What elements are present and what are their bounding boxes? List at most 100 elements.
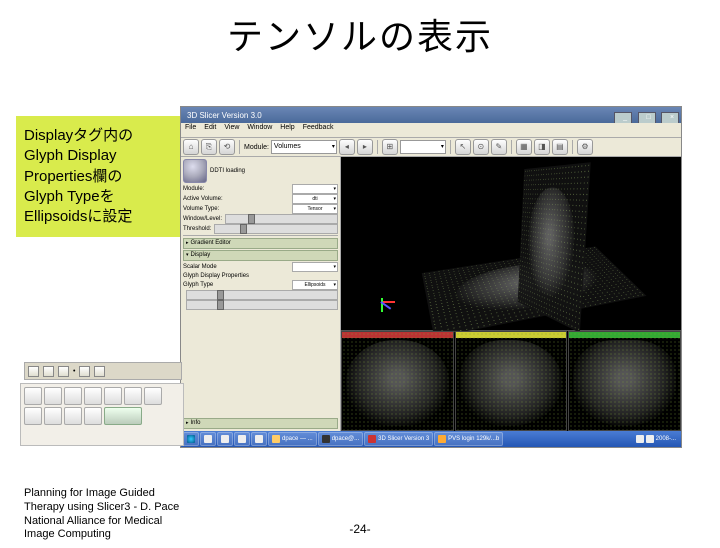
toolbar-button[interactable]: ⚙ xyxy=(577,139,593,155)
window-titlebar: 3D Slicer Version 3.0 _ □ × xyxy=(181,107,681,123)
menu-item-file[interactable]: File xyxy=(185,124,196,136)
window-buttons: _ □ × xyxy=(613,106,679,124)
taskbar-item[interactable]: 3D Slicer Version 3 xyxy=(364,432,433,446)
toolbar-button[interactable]: ▸ xyxy=(357,139,373,155)
history-icon[interactable] xyxy=(94,366,105,377)
menu-item-feedback[interactable]: Feedback xyxy=(303,124,334,136)
cursor-icon[interactable]: ↖ xyxy=(455,139,471,155)
palette-icon[interactable] xyxy=(124,387,142,405)
threshold-slider[interactable] xyxy=(214,224,338,234)
yellow-slice[interactable] xyxy=(455,331,568,431)
app-icon xyxy=(438,435,446,443)
history-icon[interactable] xyxy=(43,366,54,377)
row-label: Threshold: xyxy=(183,226,211,232)
palette-icon[interactable] xyxy=(24,387,42,405)
taskbar-item[interactable] xyxy=(234,432,250,446)
panel-title: DDTI loading xyxy=(210,168,245,174)
divider xyxy=(183,235,338,236)
terminal-icon xyxy=(322,435,330,443)
history-icon[interactable] xyxy=(28,366,39,377)
menu-item-help[interactable]: Help xyxy=(280,124,294,136)
section-display[interactable]: Display xyxy=(183,250,338,261)
section-info[interactable]: Info xyxy=(183,418,338,429)
page-number: -24- xyxy=(0,522,720,536)
palette-icon[interactable] xyxy=(44,407,62,425)
wl-slider[interactable] xyxy=(225,214,338,224)
panel-header: DDTI loading xyxy=(183,159,338,183)
toolbar-separator xyxy=(572,140,573,154)
palette-icon[interactable] xyxy=(64,407,82,425)
panel-row: Threshold: xyxy=(183,224,338,233)
toolbar-button[interactable]: ⊞ xyxy=(382,139,398,155)
row-dropdown[interactable]: dti xyxy=(292,194,338,204)
section-gradient[interactable]: Gradient Editor xyxy=(183,238,338,249)
red-slice[interactable] xyxy=(341,331,454,431)
toolbar-button[interactable]: ▦ xyxy=(516,139,532,155)
slider[interactable] xyxy=(186,290,338,300)
glyph-type-dropdown[interactable]: Ellipsoids xyxy=(292,280,338,290)
slicer-icon xyxy=(368,435,376,443)
toolbar-button[interactable]: ◂ xyxy=(339,139,355,155)
layout-select[interactable] xyxy=(400,140,446,154)
app-icon xyxy=(238,435,246,443)
clock: 2008-... xyxy=(656,433,676,445)
glyph-props-label: Glyph Display Properties xyxy=(183,273,338,279)
panel-row xyxy=(183,290,338,299)
menu-item-window[interactable]: Window xyxy=(247,124,272,136)
taskbar: dpace — ... dpace@... 3D Slicer Version … xyxy=(181,431,681,447)
menu-item-edit[interactable]: Edit xyxy=(204,124,216,136)
toolbar-button[interactable]: ⎘ xyxy=(201,139,217,155)
palette-icon[interactable] xyxy=(64,387,82,405)
slider[interactable] xyxy=(186,300,338,310)
taskbar-item[interactable]: dpace — ... xyxy=(268,432,317,446)
row-dropdown[interactable] xyxy=(292,184,338,194)
callout-line: Glyph Display xyxy=(24,146,184,166)
palette-icon[interactable] xyxy=(44,387,62,405)
taskbar-item[interactable]: dpace@... xyxy=(318,432,363,446)
palette-icon[interactable] xyxy=(104,387,122,405)
toolbar-button[interactable]: ✎ xyxy=(491,139,507,155)
toolbar-button[interactable]: ⌂ xyxy=(183,139,199,155)
callout-line: Displayタグ内の xyxy=(24,126,184,146)
folder-icon xyxy=(272,435,280,443)
palette-icon[interactable] xyxy=(84,387,102,405)
history-icon[interactable] xyxy=(79,366,90,377)
taskbar-item[interactable] xyxy=(200,432,216,446)
tray-icon[interactable] xyxy=(636,435,644,443)
slice-views xyxy=(341,331,681,431)
module-label: Module: xyxy=(244,144,269,151)
palette-icon[interactable] xyxy=(24,407,42,425)
toolbar-button[interactable]: ⟲ xyxy=(219,139,235,155)
taskbar-item[interactable] xyxy=(251,432,267,446)
view-area xyxy=(341,157,681,431)
menu-item-view[interactable]: View xyxy=(224,124,239,136)
footer-line: Planning for Image Guided xyxy=(24,487,244,501)
module-panel: DDTI loading Module: Active Volume: dti … xyxy=(181,157,341,431)
row-label: Window/Level: xyxy=(183,216,222,222)
toolbar-button[interactable]: ◨ xyxy=(534,139,550,155)
palette-icon[interactable] xyxy=(84,407,102,425)
start-button[interactable] xyxy=(183,432,199,446)
green-slice[interactable] xyxy=(568,331,681,431)
toolbar: ⌂ ⎘ ⟲ Module: Volumes ◂ ▸ ⊞ ↖ ⊙ ✎ ▦ ◨ ▤ … xyxy=(181,138,681,157)
sagittal-plane xyxy=(518,162,591,333)
row-dropdown[interactable]: Tensor xyxy=(292,204,338,214)
palette-icon[interactable] xyxy=(144,387,162,405)
tray-icon[interactable] xyxy=(646,435,654,443)
palette-wide[interactable] xyxy=(104,407,142,425)
taskbar-item[interactable] xyxy=(217,432,233,446)
slicer-screenshot: 3D Slicer Version 3.0 _ □ × File Edit Vi… xyxy=(180,106,682,448)
module-history-bar: • xyxy=(24,362,182,380)
toolbar-separator xyxy=(377,140,378,154)
callout-line: Properties欄の xyxy=(24,167,184,187)
row-dropdown[interactable] xyxy=(292,262,338,272)
module-select[interactable]: Volumes xyxy=(271,140,337,154)
history-icon[interactable] xyxy=(58,366,69,377)
toolbar-button[interactable]: ⊙ xyxy=(473,139,489,155)
toolbar-button[interactable]: ▤ xyxy=(552,139,568,155)
3d-view[interactable] xyxy=(341,157,681,331)
taskbar-item[interactable]: PVS login 129k/...b xyxy=(434,432,503,446)
row-label: Scalar Mode xyxy=(183,264,217,270)
axis-widget xyxy=(381,290,403,312)
fedora-icon xyxy=(187,435,195,443)
